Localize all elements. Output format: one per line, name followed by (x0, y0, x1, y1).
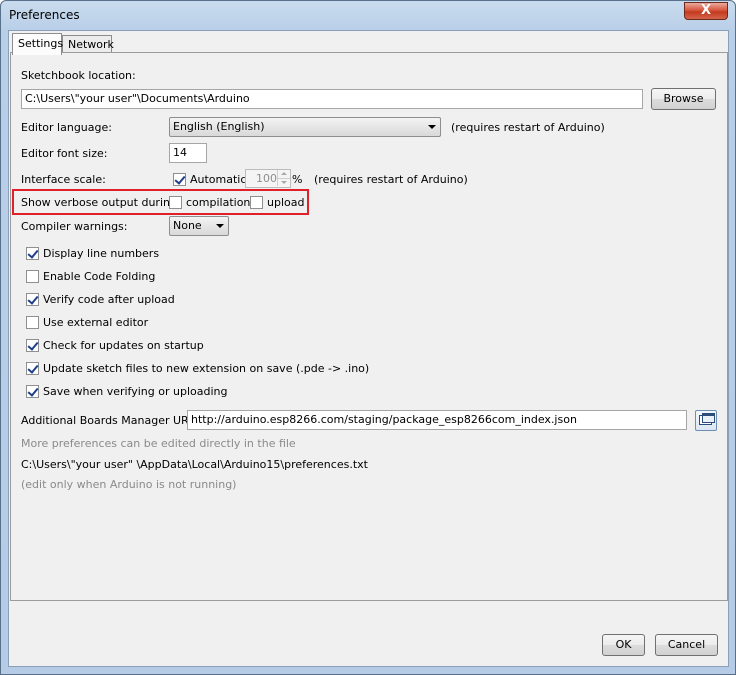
option-checkbox-verify-after-upload[interactable] (26, 293, 39, 306)
boards-manager-urls-input[interactable]: http://arduino.esp8266.com/staging/packa… (187, 410, 687, 430)
interface-scale-automatic-checkbox[interactable] (173, 173, 186, 186)
option-checkbox-check-updates[interactable] (26, 339, 39, 352)
verbose-upload-label: upload (267, 196, 305, 209)
close-button[interactable]: X (684, 2, 728, 20)
option-checkbox-display-line-numbers[interactable] (26, 247, 39, 260)
option-label: Enable Code Folding (43, 270, 156, 283)
spinner-up-icon[interactable] (277, 170, 290, 178)
option-checkbox-save-when-verifying[interactable] (26, 385, 39, 398)
option-label: Use external editor (43, 316, 149, 329)
interface-scale-unit: % (292, 173, 303, 186)
verbose-compilation-label: compilation (186, 196, 251, 209)
editor-language-value: English (English) (173, 120, 265, 133)
option-label: Check for updates on startup (43, 339, 204, 352)
option-checkbox-enable-code-folding[interactable] (26, 270, 39, 283)
window-edit-icon[interactable] (695, 410, 717, 431)
option-label: Save when verifying or uploading (43, 385, 228, 398)
sketchbook-location-input[interactable]: C:\Users\"your user"\Documents\Arduino (21, 89, 643, 109)
option-checkbox-external-editor[interactable] (26, 316, 39, 329)
interface-scale-note: (requires restart of Arduino) (314, 173, 468, 186)
settings-panel: Sketchbook location: C:\Users\"your user… (10, 52, 728, 601)
chevron-down-icon (216, 224, 224, 228)
preferences-window: Preferences X Settings Network Sketchboo… (0, 0, 736, 675)
verbose-upload-checkbox[interactable] (250, 196, 263, 209)
window-title: Preferences (9, 8, 80, 22)
more-preferences-text: More preferences can be edited directly … (21, 437, 296, 450)
option-checkbox-update-extension[interactable] (26, 362, 39, 375)
compiler-warnings-value: None (173, 219, 202, 232)
editor-font-size-input[interactable]: 14 (169, 143, 207, 163)
verbose-compilation-checkbox[interactable] (169, 196, 182, 209)
compiler-warnings-label: Compiler warnings: (21, 220, 128, 233)
chevron-down-icon (428, 125, 436, 129)
option-label: Display line numbers (43, 247, 160, 260)
editor-font-size-label: Editor font size: (21, 147, 108, 160)
cancel-button[interactable]: Cancel (655, 634, 718, 656)
compiler-warnings-select[interactable]: None (169, 216, 229, 236)
ok-button[interactable]: OK (602, 634, 645, 656)
dialog-body: Settings Network Sketchbook location: C:… (8, 30, 729, 667)
editor-language-select[interactable]: English (English) (169, 117, 441, 137)
option-label: Verify code after upload (43, 293, 175, 306)
interface-scale-automatic-label: Automatic (190, 173, 247, 186)
edit-note-text: (edit only when Arduino is not running) (21, 478, 237, 491)
sketchbook-label: Sketchbook location: (21, 69, 136, 82)
interface-scale-value: 100 (256, 172, 277, 185)
verbose-output-label: Show verbose output during: (21, 196, 181, 209)
option-label: Update sketch files to new extension on … (43, 362, 370, 375)
boards-manager-urls-label: Additional Boards Manager URLs: (21, 414, 205, 427)
spinner-down-icon[interactable] (277, 178, 290, 186)
interface-scale-label: Interface scale: (21, 173, 106, 186)
interface-scale-spinner[interactable]: 100 (245, 169, 291, 188)
window-icon-front (702, 413, 715, 423)
browse-button[interactable]: Browse (651, 88, 716, 110)
editor-language-label: Editor language: (21, 121, 112, 134)
preferences-file-path: C:\Users\"your user" \AppData\Local\Ardu… (21, 458, 368, 471)
tab-settings[interactable]: Settings (12, 33, 63, 55)
title-bar[interactable]: Preferences X (1, 1, 735, 29)
editor-language-note: (requires restart of Arduino) (451, 121, 605, 134)
